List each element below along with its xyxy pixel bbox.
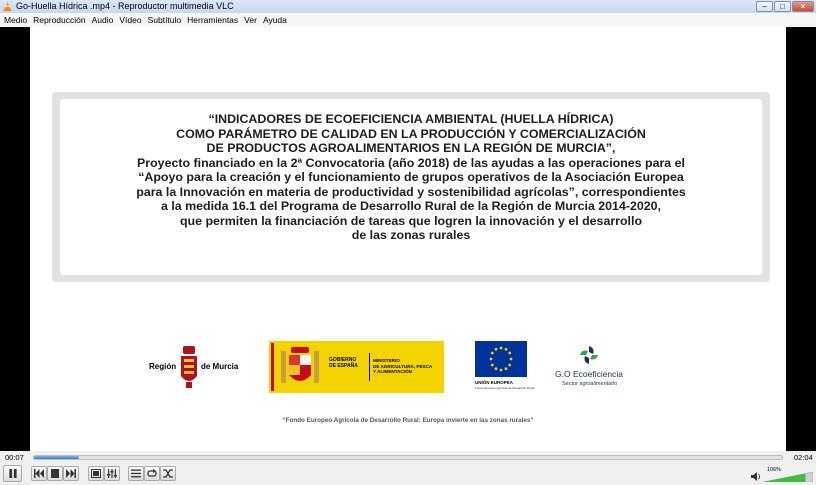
- spain-flag-stripe: [271, 343, 274, 391]
- elapsed-time: 00:07: [5, 453, 24, 462]
- video-frame: “INDICADORES DE ECOEFICIENCIA AMBIENTAL …: [30, 27, 786, 451]
- ue-text: UNIÓN EUROPEA: [475, 380, 514, 385]
- title-bar: Go-Huella Hídrica .mp4 - Reproductor mul…: [0, 0, 816, 13]
- menu-ayuda[interactable]: Ayuda: [260, 13, 290, 27]
- previous-button[interactable]: [31, 466, 47, 481]
- union-europea-logo: UNIÓN EUROPEA Fondo Europeo Agrícola de …: [474, 341, 534, 393]
- window-title: Go-Huella Hídrica .mp4 - Reproductor mul…: [16, 1, 234, 11]
- seek-bar[interactable]: [33, 455, 783, 460]
- playlist-button[interactable]: [128, 466, 144, 481]
- menu-video[interactable]: Vídeo: [116, 13, 144, 27]
- logo-divider: [369, 353, 370, 381]
- slide-line: Proyecto financiado en la 2ª Convocatori…: [137, 155, 685, 170]
- slide-text: “INDICADORES DE ECOEFICIENCIA AMBIENTAL …: [60, 99, 762, 275]
- skip-back-icon: [34, 469, 44, 478]
- pause-button[interactable]: [3, 465, 22, 482]
- menu-bar: Medio Reproducción Audio Vídeo Subtítulo Herr…: [0, 13, 816, 27]
- speaker-icon[interactable]: [751, 472, 761, 481]
- murcia-logo-text-right: de Murcia: [201, 362, 239, 371]
- menu-audio[interactable]: Audio: [89, 13, 117, 27]
- feader-text: Fondo Europeo Agrícola de Desarrollo Rur…: [475, 386, 535, 390]
- region-de-murcia-logo: Región de Murcia: [149, 346, 249, 392]
- vlc-window: Go-Huella Hídrica .mp4 - Reproductor mul…: [0, 0, 816, 485]
- playlist-icon: [131, 469, 141, 478]
- equalizer-icon: [107, 469, 117, 478]
- minimize-button[interactable]: –: [756, 1, 773, 12]
- slide-line: DE PRODUCTOS AGROALIMENTARIOS EN LA REGI…: [206, 141, 616, 155]
- shuffle-button[interactable]: [160, 466, 176, 481]
- gobierno-text: GOBIERNO DE ESPAÑA: [329, 357, 358, 369]
- slide-line: “Apoyo para la creación y el funcionamie…: [138, 170, 684, 184]
- ministerio-text: MINISTERIO DE AGRICULTURA, PESCA Y ALIME…: [373, 358, 433, 374]
- go-ecoeficiencia-logo: G.O Ecoeficiencia Sector agroalimentario: [550, 344, 630, 390]
- pause-icon: [9, 469, 17, 478]
- volume-slider[interactable]: [763, 472, 813, 482]
- go-subtitle-text: Sector agroalimentario: [562, 381, 618, 387]
- next-button[interactable]: [63, 466, 79, 481]
- murcia-crest-icon: [181, 346, 197, 388]
- menu-subtitulo[interactable]: Subtítulo: [145, 13, 185, 27]
- vlc-cone-icon: [3, 2, 12, 11]
- slide-text-box: “INDICADORES DE ECOEFICIENCIA AMBIENTAL …: [52, 92, 770, 282]
- video-area[interactable]: “INDICADORES DE ECOEFICIENCIA AMBIENTAL …: [0, 27, 816, 451]
- menu-ver[interactable]: Ver: [241, 13, 260, 27]
- slide-line: de las zonas rurales: [351, 228, 471, 242]
- fullscreen-icon: [91, 469, 101, 478]
- shuffle-icon: [163, 469, 173, 478]
- gobierno-de-espana-logo: GOBIERNO DE ESPAÑA MINISTERIO DE AGRICUL…: [269, 341, 444, 393]
- menu-reproduccion[interactable]: Reproducción: [30, 13, 88, 27]
- go-title-text: G.O Ecoeficiencia: [555, 369, 624, 379]
- menu-herramientas[interactable]: Herramientas: [184, 13, 241, 27]
- spain-coat-of-arms-icon: [281, 347, 319, 383]
- slide-line: “INDICADORES DE ECOEFICIENCIA AMBIENTAL …: [208, 112, 614, 126]
- maximize-button[interactable]: □: [774, 1, 791, 12]
- fullscreen-button[interactable]: [88, 466, 104, 481]
- eu-flag-icon: [475, 341, 527, 377]
- go-swirl-icon: [580, 346, 598, 364]
- extended-settings-button[interactable]: [104, 466, 120, 481]
- close-button[interactable]: ×: [792, 1, 814, 12]
- footer-note: “Fondo Europeo Agrícola de Desarrollo Ru…: [282, 417, 534, 424]
- playback-controls: 00:07 02:04 106%: [0, 451, 816, 485]
- stop-icon: [51, 469, 59, 478]
- slide-line: para la Innovación en materia de product…: [136, 184, 686, 199]
- loop-icon: [147, 469, 157, 477]
- skip-forward-icon: [66, 469, 76, 478]
- slide-line: que permiten la financiación de tareas q…: [179, 213, 643, 228]
- total-time[interactable]: 02:04: [794, 453, 813, 462]
- menu-medio[interactable]: Medio: [0, 13, 30, 27]
- murcia-logo-text-left: Región: [149, 362, 177, 371]
- slide-line: COMO PARÁMETRO DE CALIDAD EN LA PRODUCCI…: [176, 126, 646, 141]
- slide-line: a la medida 16.1 del Programa de Desarro…: [161, 199, 661, 213]
- stop-button[interactable]: [47, 466, 63, 481]
- loop-button[interactable]: [144, 466, 160, 481]
- seek-bar-fill: [34, 456, 79, 459]
